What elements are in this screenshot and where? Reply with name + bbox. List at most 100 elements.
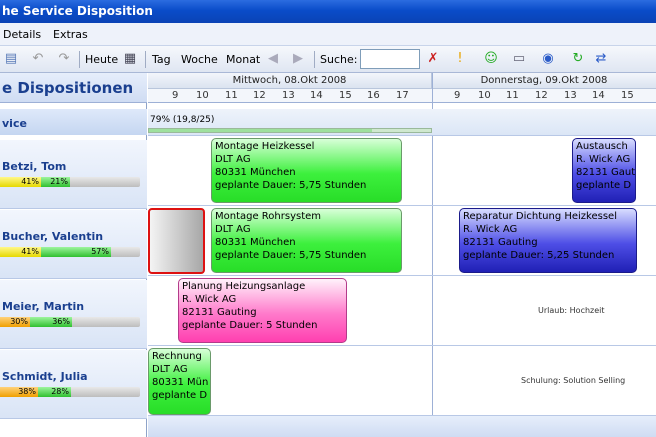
hour-label: 12 [535,90,548,101]
group-capacity-row: 79% (19,8/25) [148,109,656,135]
sync-icon[interactable]: ⇄ [593,51,609,67]
hour-label: 13 [282,90,295,101]
menu-details[interactable]: Details [3,28,41,41]
capacity-segment-2: 21% [41,177,70,187]
absence-note: Urlaub: Hochzeit [538,306,605,315]
group-progress-label: 79% (19,8/25) [150,115,215,125]
appointment-rechnung[interactable]: Rechnung DLT AG 80331 Mün geplante D [148,348,211,415]
appointment-montage-rohrsystem[interactable]: Montage Rohrsystem DLT AG 80331 München … [211,208,402,273]
appointment-location: 82131 Gaut [576,167,636,178]
group-progress-track [148,128,432,133]
panel-title: e Dispositionen [0,73,147,103]
resource-row[interactable]: Bucher, Valentin 41% 57% [0,210,147,279]
capacity-segment-1: 30% [0,317,30,327]
hour-label: 15 [339,90,352,101]
day-view-button[interactable]: Tag [152,53,171,66]
schedule-grid[interactable]: Mittwoch, 08.Okt 2008 Donnerstag, 09.Okt… [148,73,656,437]
hour-label: 14 [310,90,323,101]
search-input[interactable] [360,49,420,69]
day-header-thursday[interactable]: Donnerstag, 09.Okt 2008 [432,73,656,89]
undo-icon[interactable]: ↶ [30,51,46,67]
toolbar-separator [314,51,315,68]
appointment-duration: geplante D [576,180,632,191]
appointment-austausch[interactable]: Austausch R. Wick AG 82131 Gaut geplante… [572,138,636,203]
hour-label: 13 [564,90,577,101]
appointment-selected[interactable] [148,208,205,274]
appointment-customer: R. Wick AG [182,294,237,305]
appointment-location: 82131 Gauting [182,307,257,318]
forward-arrow-icon[interactable]: ▶ [290,51,306,67]
user-icon[interactable]: ☺ [483,51,499,67]
appointment-duration: geplante Dauer: 5,25 Stunden [463,250,615,261]
appointment-customer: DLT AG [215,154,251,165]
globe-icon[interactable]: ◉ [540,51,556,67]
appointment-duration: geplante D [152,390,208,401]
menu-extras[interactable]: Extras [53,28,88,41]
resource-panel: e Dispositionen vice Betzi, Tom 41% 21% … [0,73,147,437]
capacity-bar: 38% 28% [0,387,140,397]
appointment-customer: R. Wick AG [463,224,518,235]
appointment-title: Austausch [576,141,628,152]
resource-name: Schmidt, Julia [2,370,88,383]
capacity-segment-1: 38% [0,387,38,397]
toolbar: ▤ ↶ ↷ Heute ▦ Tag Woche Monat ◀ ▶ Suche:… [0,46,656,73]
hour-label: 10 [478,90,491,101]
resource-name: Meier, Martin [2,300,85,313]
resource-name: Betzi, Tom [2,160,67,173]
appointment-montage-heizkessel[interactable]: Montage Heizkessel DLT AG 80331 München … [211,138,402,203]
calendar-icon[interactable]: ▦ [122,51,138,67]
hour-label: 17 [396,90,409,101]
capacity-segment-1: 41% [0,247,41,257]
appointment-planung-heizungsanlage[interactable]: Planung Heizungsanlage R. Wick AG 82131 … [178,278,347,343]
appointment-location: 80331 München [215,237,296,248]
alert-icon[interactable]: ! [452,51,468,67]
hour-label: 10 [196,90,209,101]
appointment-title: Montage Rohrsystem [215,211,322,222]
window-icon[interactable]: ▭ [511,51,527,67]
resource-row[interactable]: Meier, Martin 30% 36% [0,280,147,349]
redo-icon[interactable]: ↷ [56,51,72,67]
toolbar-separator [145,51,146,68]
appointment-customer: DLT AG [152,364,188,375]
hour-label: 9 [454,90,461,101]
hour-label: 11 [506,90,519,101]
appointment-title: Rechnung [152,351,202,362]
back-arrow-icon[interactable]: ◀ [265,51,281,67]
day-header-wednesday[interactable]: Mittwoch, 08.Okt 2008 [148,73,432,89]
month-view-button[interactable]: Monat [226,53,260,66]
row-separator [148,345,656,346]
appointment-reparatur-dichtung[interactable]: Reparatur Dichtung Heizkessel R. Wick AG… [459,208,637,273]
appointment-title: Montage Heizkessel [215,141,315,152]
appointment-customer: DLT AG [215,224,251,235]
row-separator [148,135,656,136]
resource-row[interactable]: Schmidt, Julia 38% 28% [0,350,147,419]
hour-label: 11 [225,90,238,101]
resource-name: Bucher, Valentin [2,230,104,243]
capacity-bar: 30% 36% [0,317,140,327]
refresh-icon[interactable]: ↻ [570,51,586,67]
menu-bar: Details Extras [0,23,656,46]
hour-ruler: 9 10 11 12 13 14 15 16 17 9 10 11 12 13 … [148,89,656,103]
row-separator [148,205,656,206]
today-button[interactable]: Heute [85,53,118,66]
capacity-segment-2: 28% [38,387,71,397]
group-progress-fill [149,129,372,132]
appointment-location: 80331 Mün [152,377,209,388]
appointment-duration: geplante Dauer: 5 Stunden [182,320,318,331]
capacity-bar: 41% 57% [0,247,140,257]
window-title: he Service Disposition [0,0,656,23]
training-note: Schulung: Solution Selling [521,376,626,385]
week-view-button[interactable]: Woche [181,53,218,66]
capacity-bar: 41% 21% [0,177,140,187]
appointment-title: Planung Heizungsanlage [182,281,306,292]
appointment-location: 80331 München [215,167,296,178]
clear-filter-icon[interactable]: ✗ [425,51,441,67]
sheet-icon[interactable]: ▤ [3,51,19,67]
row-separator [148,275,656,276]
capacity-segment-2: 57% [41,247,111,257]
search-label: Suche: [320,53,358,66]
capacity-segment-2: 36% [30,317,72,327]
appointment-title: Reparatur Dichtung Heizkessel [463,211,617,222]
group-row-service[interactable]: vice [0,109,147,135]
resource-row[interactable]: Betzi, Tom 41% 21% [0,140,147,209]
